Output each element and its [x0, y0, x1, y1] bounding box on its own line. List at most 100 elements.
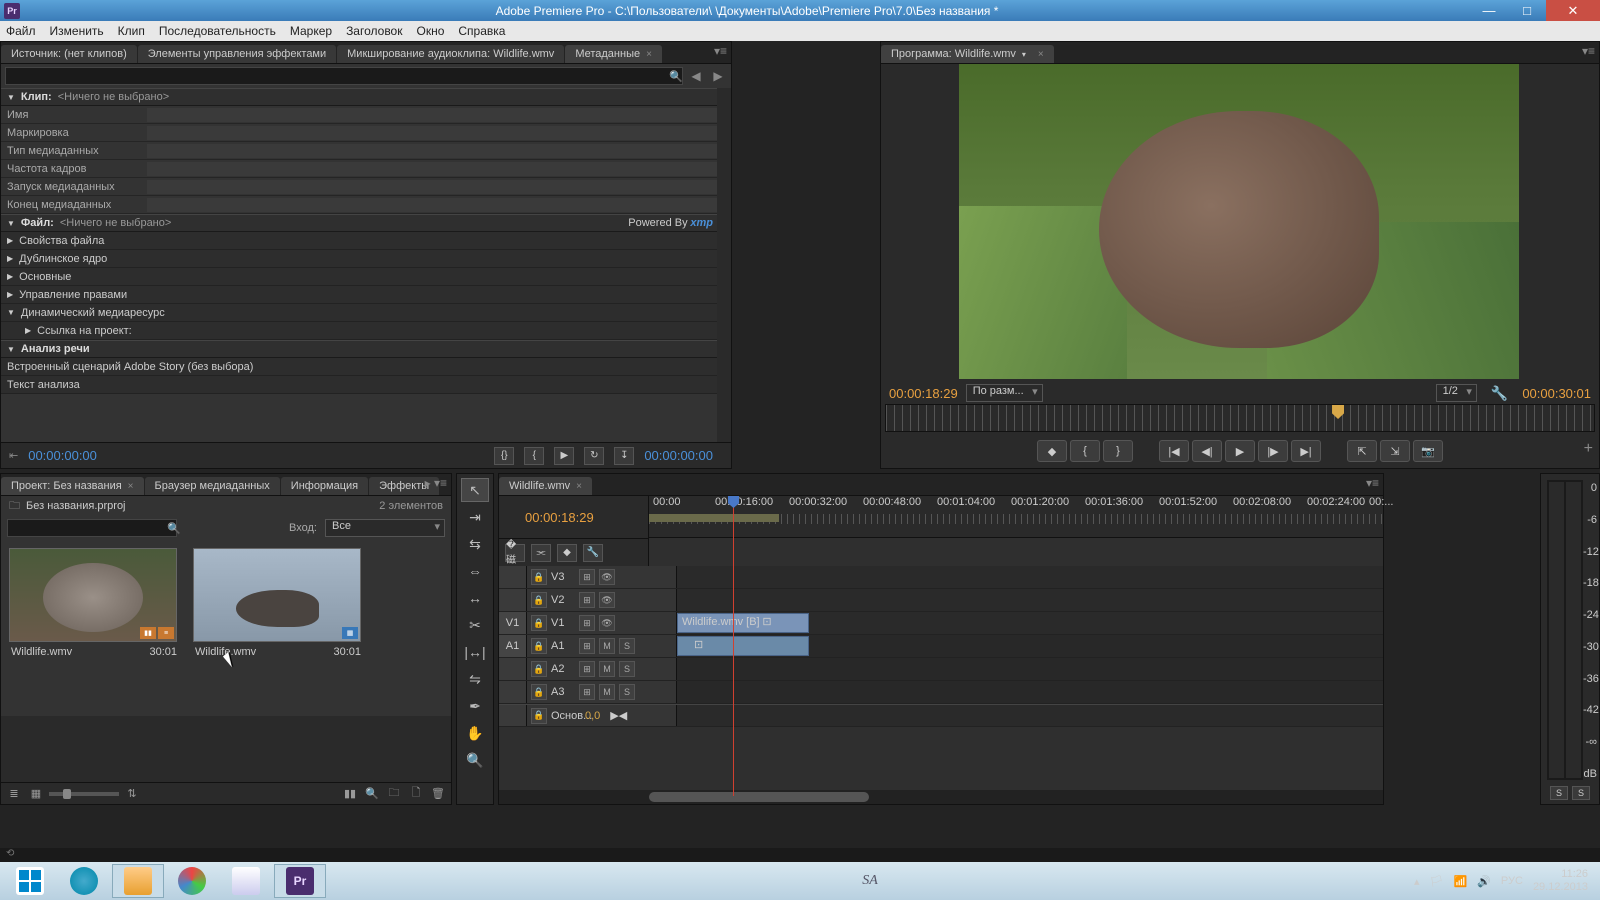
- timecode-in[interactable]: 00:00:00:00: [28, 448, 97, 463]
- razor-tool[interactable]: ✂: [461, 613, 489, 637]
- target-icon[interactable]: ⊞: [579, 569, 595, 585]
- go-to-out-button[interactable]: ▶|: [1291, 440, 1321, 462]
- zoom-dropdown[interactable]: 1/2: [1436, 384, 1477, 402]
- list-view-button[interactable]: ≣: [5, 786, 23, 802]
- prev-button[interactable]: ◀: [687, 67, 705, 85]
- project-clip-item[interactable]: ▦ Wildlife.wmv30:01: [193, 548, 363, 708]
- project-clip-item[interactable]: ▮▮≡ Wildlife.wmv30:01: [9, 548, 179, 708]
- slide-tool[interactable]: ⇋: [461, 667, 489, 691]
- add-marker-button[interactable]: ◆: [557, 544, 577, 562]
- in-out-button[interactable]: {}: [494, 447, 514, 465]
- ripple-edit-tool[interactable]: ⇆: [461, 532, 489, 556]
- clip-section-header[interactable]: ▼ Клип: <Ничего не выбрано>: [1, 88, 731, 106]
- file-properties-header[interactable]: ▶Свойства файла: [1, 232, 731, 250]
- speech-section-header[interactable]: ▼Анализ речи: [1, 340, 731, 358]
- filter-dropdown[interactable]: Все: [325, 519, 445, 537]
- solo-button[interactable]: S: [619, 638, 635, 654]
- menu-edit[interactable]: Изменить: [50, 24, 104, 38]
- close-icon[interactable]: ×: [646, 49, 652, 60]
- tab-project[interactable]: Проект: Без названия×: [1, 477, 144, 495]
- mute-button[interactable]: M: [599, 638, 615, 654]
- tab-audio-mixer[interactable]: Микширование аудиоклипа: Wildlife.wmv: [337, 45, 564, 63]
- scrollbar[interactable]: [717, 88, 731, 468]
- clock[interactable]: 11:2629.12.2013: [1533, 868, 1588, 894]
- new-item-button[interactable]: 🗋: [407, 786, 425, 802]
- track-header-a2[interactable]: 🔒A2⊞MS: [527, 658, 677, 680]
- video-clip[interactable]: Wildlife.wmv [В] ⊡: [677, 613, 809, 633]
- solo-right-button[interactable]: S: [1572, 786, 1590, 800]
- rights-header[interactable]: ▶Управление правами: [1, 286, 731, 304]
- go-to-in-button[interactable]: |◀: [1159, 440, 1189, 462]
- keyframe-icon[interactable]: ▶◀: [610, 709, 627, 722]
- panel-menu-icon[interactable]: ▾≡: [1582, 44, 1595, 58]
- audio-clip[interactable]: ⊡: [677, 636, 809, 656]
- close-button[interactable]: ✕: [1546, 0, 1600, 21]
- menu-window[interactable]: Окно: [416, 24, 444, 38]
- language-indicator[interactable]: РУС: [1501, 875, 1523, 887]
- solo-left-button[interactable]: S: [1550, 786, 1568, 800]
- menu-clip[interactable]: Клип: [118, 24, 145, 38]
- timeline-ruler[interactable]: 00:00 00:00:16:00 00:00:32:00 00:00:48:0…: [649, 496, 1383, 538]
- extract-button[interactable]: ⇲: [1380, 440, 1410, 462]
- lock-icon[interactable]: 🔒: [531, 569, 547, 585]
- tab-source[interactable]: Источник: (нет клипов): [1, 45, 137, 63]
- export-frame-button[interactable]: 📷: [1413, 440, 1443, 462]
- master-track-header[interactable]: 🔒Основ...0,0▶◀: [527, 705, 677, 726]
- hand-tool[interactable]: ✋: [461, 721, 489, 745]
- track-header-a3[interactable]: 🔒A3⊞MS: [527, 681, 677, 703]
- start-button[interactable]: [4, 864, 56, 898]
- timeline-playhead[interactable]: [733, 496, 734, 796]
- close-icon[interactable]: ×: [1038, 49, 1044, 60]
- tab-effect-controls[interactable]: Элементы управления эффектами: [138, 45, 336, 63]
- settings-button[interactable]: 🔧: [583, 544, 603, 562]
- menu-sequence[interactable]: Последовательность: [159, 24, 276, 38]
- maximize-button[interactable]: □: [1508, 0, 1546, 21]
- delete-button[interactable]: 🗑: [429, 786, 447, 802]
- track-header-v1[interactable]: 🔒V1⊞👁: [527, 612, 677, 634]
- menu-marker[interactable]: Маркер: [290, 24, 332, 38]
- panel-menu-icon[interactable]: ▾≡: [1366, 476, 1379, 490]
- source-patch[interactable]: [499, 566, 527, 588]
- playhead-marker[interactable]: [1332, 405, 1344, 419]
- in-point-button[interactable]: {: [524, 447, 544, 465]
- timeline-scrollbar[interactable]: [499, 790, 1383, 804]
- minimize-button[interactable]: —: [1470, 0, 1508, 21]
- network-icon[interactable]: 📶: [1454, 875, 1468, 888]
- rate-stretch-tool[interactable]: ↔: [461, 586, 489, 610]
- file-section-header[interactable]: ▼ Файл: <Ничего не выбрано> Powered By x…: [1, 214, 731, 232]
- tab-sequence[interactable]: Wildlife.wmv×: [499, 477, 592, 495]
- mark-in-button[interactable]: {: [1070, 440, 1100, 462]
- source-patch-v1[interactable]: V1: [499, 612, 527, 634]
- automate-button[interactable]: ▮▮: [341, 786, 359, 802]
- close-icon[interactable]: ×: [576, 481, 582, 492]
- pen-tool[interactable]: ✒: [461, 694, 489, 718]
- lift-button[interactable]: ⇱: [1347, 440, 1377, 462]
- tab-program[interactable]: Программа: Wildlife.wmv ▾×: [881, 45, 1054, 63]
- eye-icon[interactable]: 👁: [599, 569, 615, 585]
- explorer-button[interactable]: [112, 864, 164, 898]
- fit-dropdown[interactable]: По разм...: [966, 384, 1043, 402]
- zoom-tool[interactable]: 🔍: [461, 748, 489, 772]
- volume-icon[interactable]: 🔊: [1477, 875, 1491, 888]
- menu-title[interactable]: Заголовок: [346, 24, 402, 38]
- track-header-v3[interactable]: 🔒V3⊞👁: [527, 566, 677, 588]
- program-video-display[interactable]: [959, 64, 1519, 379]
- program-time-ruler[interactable]: [885, 404, 1595, 432]
- project-search-input[interactable]: [7, 519, 177, 537]
- tray-icon[interactable]: ▴: [1414, 875, 1420, 888]
- icon-view-button[interactable]: ▦: [27, 786, 45, 802]
- panel-menu-icon[interactable]: ▸ ▾≡: [425, 476, 447, 490]
- fx-icon[interactable]: ⊡: [694, 639, 703, 651]
- sort-button[interactable]: ⇅: [123, 786, 141, 802]
- next-button[interactable]: ▶: [709, 67, 727, 85]
- play-button[interactable]: ▶: [554, 447, 574, 465]
- track-select-tool[interactable]: ⇥: [461, 505, 489, 529]
- metadata-field-value[interactable]: [147, 108, 725, 122]
- basic-header[interactable]: ▶Основные: [1, 268, 731, 286]
- tab-info[interactable]: Информация: [281, 477, 368, 495]
- metadata-search-input[interactable]: [5, 67, 683, 85]
- ie-button[interactable]: [58, 864, 110, 898]
- find-button[interactable]: 🔍: [363, 786, 381, 802]
- dublin-core-header[interactable]: ▶Дублинское ядро: [1, 250, 731, 268]
- timecode-out[interactable]: 00:00:00:00: [644, 448, 713, 463]
